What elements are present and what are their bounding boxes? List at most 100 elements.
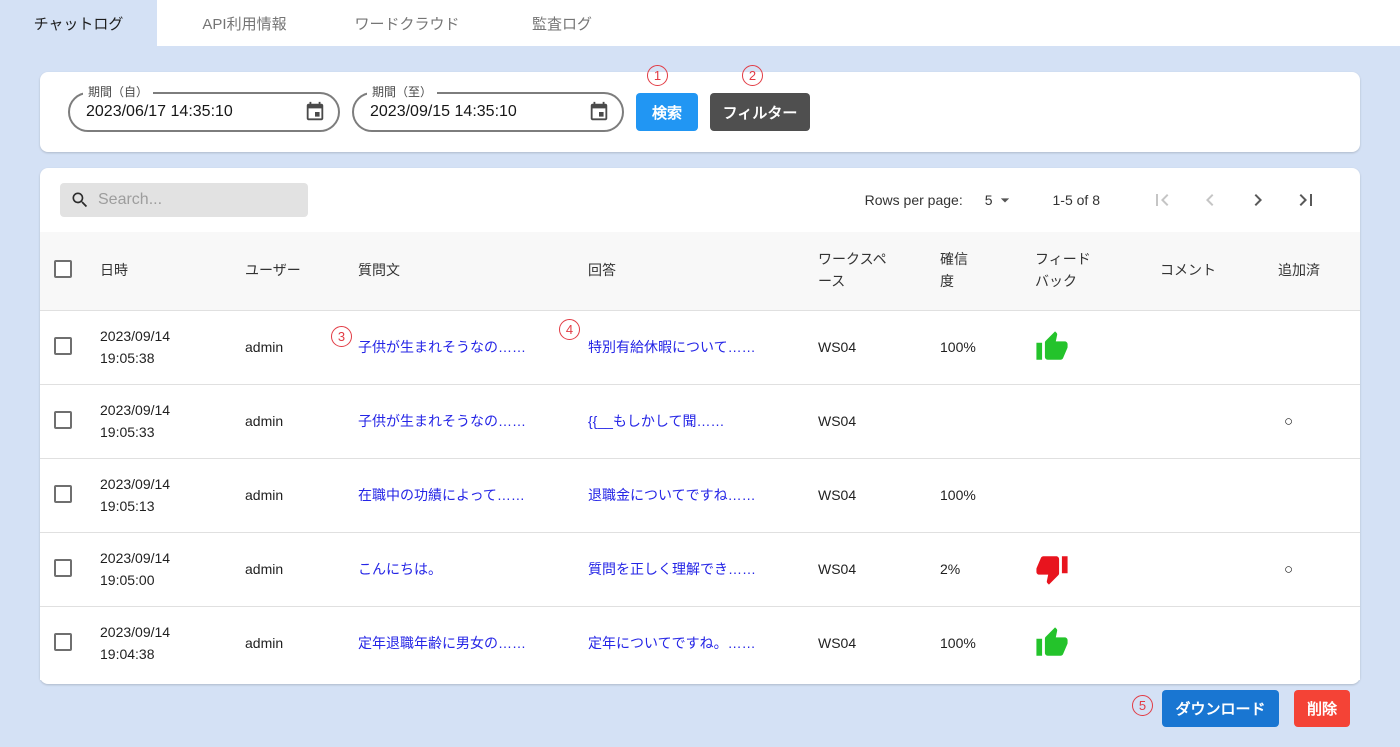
tab-chat-log[interactable]: チャットログ [0,0,157,46]
next-page-icon[interactable] [1246,188,1270,212]
table-row: 2023/09/14 19:05:33 admin 子供が生まれそうなの…… {… [40,384,1360,458]
cell-comment [1160,458,1278,532]
column-header-answer: 回答 [588,260,616,282]
search-input[interactable] [98,191,305,209]
cell-user: admin [245,384,358,458]
search-button[interactable]: 検索 [636,93,698,131]
question-link[interactable]: 子供が生まれそうなの…… [358,413,526,429]
thumbs-up-icon [1035,626,1069,660]
cell-date: 2023/09/14 [100,621,245,643]
answer-link[interactable]: 特別有給休暇について…… [588,339,756,355]
answer-link[interactable]: 退職金についてですね…… [588,487,756,503]
table-row: 2023/09/14 19:05:13 admin 在職中の功績によって…… 退… [40,458,1360,532]
cell-workspace: WS04 [818,606,940,680]
cell-time: 19:05:00 [100,569,245,591]
row-checkbox[interactable] [54,559,72,577]
filter-button[interactable]: フィルター [710,93,810,131]
table-row: 2023/09/14 19:05:38 admin 子供が生まれそうなの…… 特… [40,310,1360,384]
question-link[interactable]: 子供が生まれそうなの…… [358,339,526,355]
tab-api-usage-label: API利用情報 [202,13,286,34]
table-search-box[interactable] [60,183,308,217]
tab-audit-log[interactable]: 監査ログ [482,0,642,46]
date-from-field[interactable]: 期間（自） 2023/06/17 14:35:10 [68,92,340,132]
column-header-feedback: フィードバック [1035,249,1097,292]
row-checkbox[interactable] [54,633,72,651]
row-checkbox[interactable] [54,411,72,429]
thumbs-up-icon [1035,330,1069,364]
cell-user: admin [245,310,358,384]
rows-per-page-label: Rows per page: [865,192,963,208]
cell-date: 2023/09/14 [100,325,245,347]
dropdown-arrow-icon [995,190,1015,210]
thumbs-down-icon [1035,552,1069,586]
answer-link[interactable]: {{__もしかして聞…… [588,413,725,429]
tab-bar: チャットログ API利用情報 ワードクラウド 監査ログ [0,0,1400,46]
cell-time: 19:05:33 [100,421,245,443]
cell-date: 2023/09/14 [100,547,245,569]
column-header-workspace: ワークスペース [818,249,894,292]
question-link[interactable]: 定年退職年齢に男女の…… [358,635,526,651]
cell-user: admin [245,532,358,606]
calendar-icon[interactable] [304,101,326,123]
cell-workspace: WS04 [818,384,940,458]
annotation-1: 1 [647,65,668,86]
last-page-icon[interactable] [1294,188,1318,212]
row-checkbox[interactable] [54,485,72,503]
cell-datetime: 2023/09/14 19:05:38 [100,310,245,384]
cell-feedback [1035,606,1160,680]
cell-user: admin [245,606,358,680]
table-row: 2023/09/14 19:05:00 admin こんにちは。 質問を正しく理… [40,532,1360,606]
tab-api-usage[interactable]: API利用情報 [157,0,332,46]
column-header-question: 質問文 [358,260,400,282]
cell-added: ○ [1278,532,1360,606]
cell-confidence: 100% [940,310,1035,384]
cell-date: 2023/09/14 [100,399,245,421]
calendar-icon[interactable] [588,101,610,123]
cell-feedback [1035,310,1160,384]
cell-feedback [1035,384,1160,458]
question-link[interactable]: こんにちは。 [358,561,442,577]
annotation-2: 2 [742,65,763,86]
cell-added [1278,458,1360,532]
tab-word-cloud-label: ワードクラウド [354,13,459,34]
annotation-4: 4 [559,319,580,340]
question-link[interactable]: 在職中の功績によって…… [358,487,525,503]
delete-button[interactable]: 削除 [1294,690,1350,727]
chat-log-table-panel: Rows per page: 5 1-5 of 8 [40,168,1360,684]
first-page-icon[interactable] [1150,188,1174,212]
cell-comment [1160,384,1278,458]
cell-datetime: 2023/09/14 19:05:33 [100,384,245,458]
table-body: 2023/09/14 19:05:38 admin 子供が生まれそうなの…… 特… [40,310,1360,680]
tab-word-cloud[interactable]: ワードクラウド [332,0,482,46]
column-header-confidence: 確信度 [940,249,974,292]
answer-link[interactable]: 質問を正しく理解でき…… [588,561,756,577]
cell-user: admin [245,458,358,532]
date-to-label: 期間（至） [367,85,437,99]
download-button[interactable]: ダウンロード [1162,690,1279,727]
cell-comment [1160,606,1278,680]
annotation-5: 5 [1132,695,1153,716]
select-all-checkbox[interactable] [54,260,72,278]
row-checkbox[interactable] [54,337,72,355]
cell-feedback [1035,532,1160,606]
cell-confidence: 2% [940,532,1035,606]
cell-time: 19:05:38 [100,347,245,369]
cell-added: ○ [1278,384,1360,458]
cell-feedback [1035,458,1160,532]
date-filter-panel: 期間（自） 2023/06/17 14:35:10 期間（至） 2023/09/… [40,72,1360,152]
column-header-user: ユーザー [245,260,301,282]
date-to-field[interactable]: 期間（至） 2023/09/15 14:35:10 [352,92,624,132]
table-toolbar: Rows per page: 5 1-5 of 8 [40,168,1360,232]
pagination-range: 1-5 of 8 [1053,192,1100,208]
cell-confidence [940,384,1035,458]
cell-comment [1160,310,1278,384]
rows-per-page-select[interactable]: 5 [985,190,1015,210]
cell-confidence: 100% [940,606,1035,680]
date-from-label: 期間（自） [83,85,153,99]
column-header-datetime: 日時 [100,260,128,282]
cell-workspace: WS04 [818,458,940,532]
table-header-row: 日時 ユーザー 質問文 回答 ワークスペース 確信度 フィードバック コメント … [40,232,1360,310]
cell-added [1278,606,1360,680]
prev-page-icon[interactable] [1198,188,1222,212]
answer-link[interactable]: 定年についてですね。…… [588,635,756,651]
